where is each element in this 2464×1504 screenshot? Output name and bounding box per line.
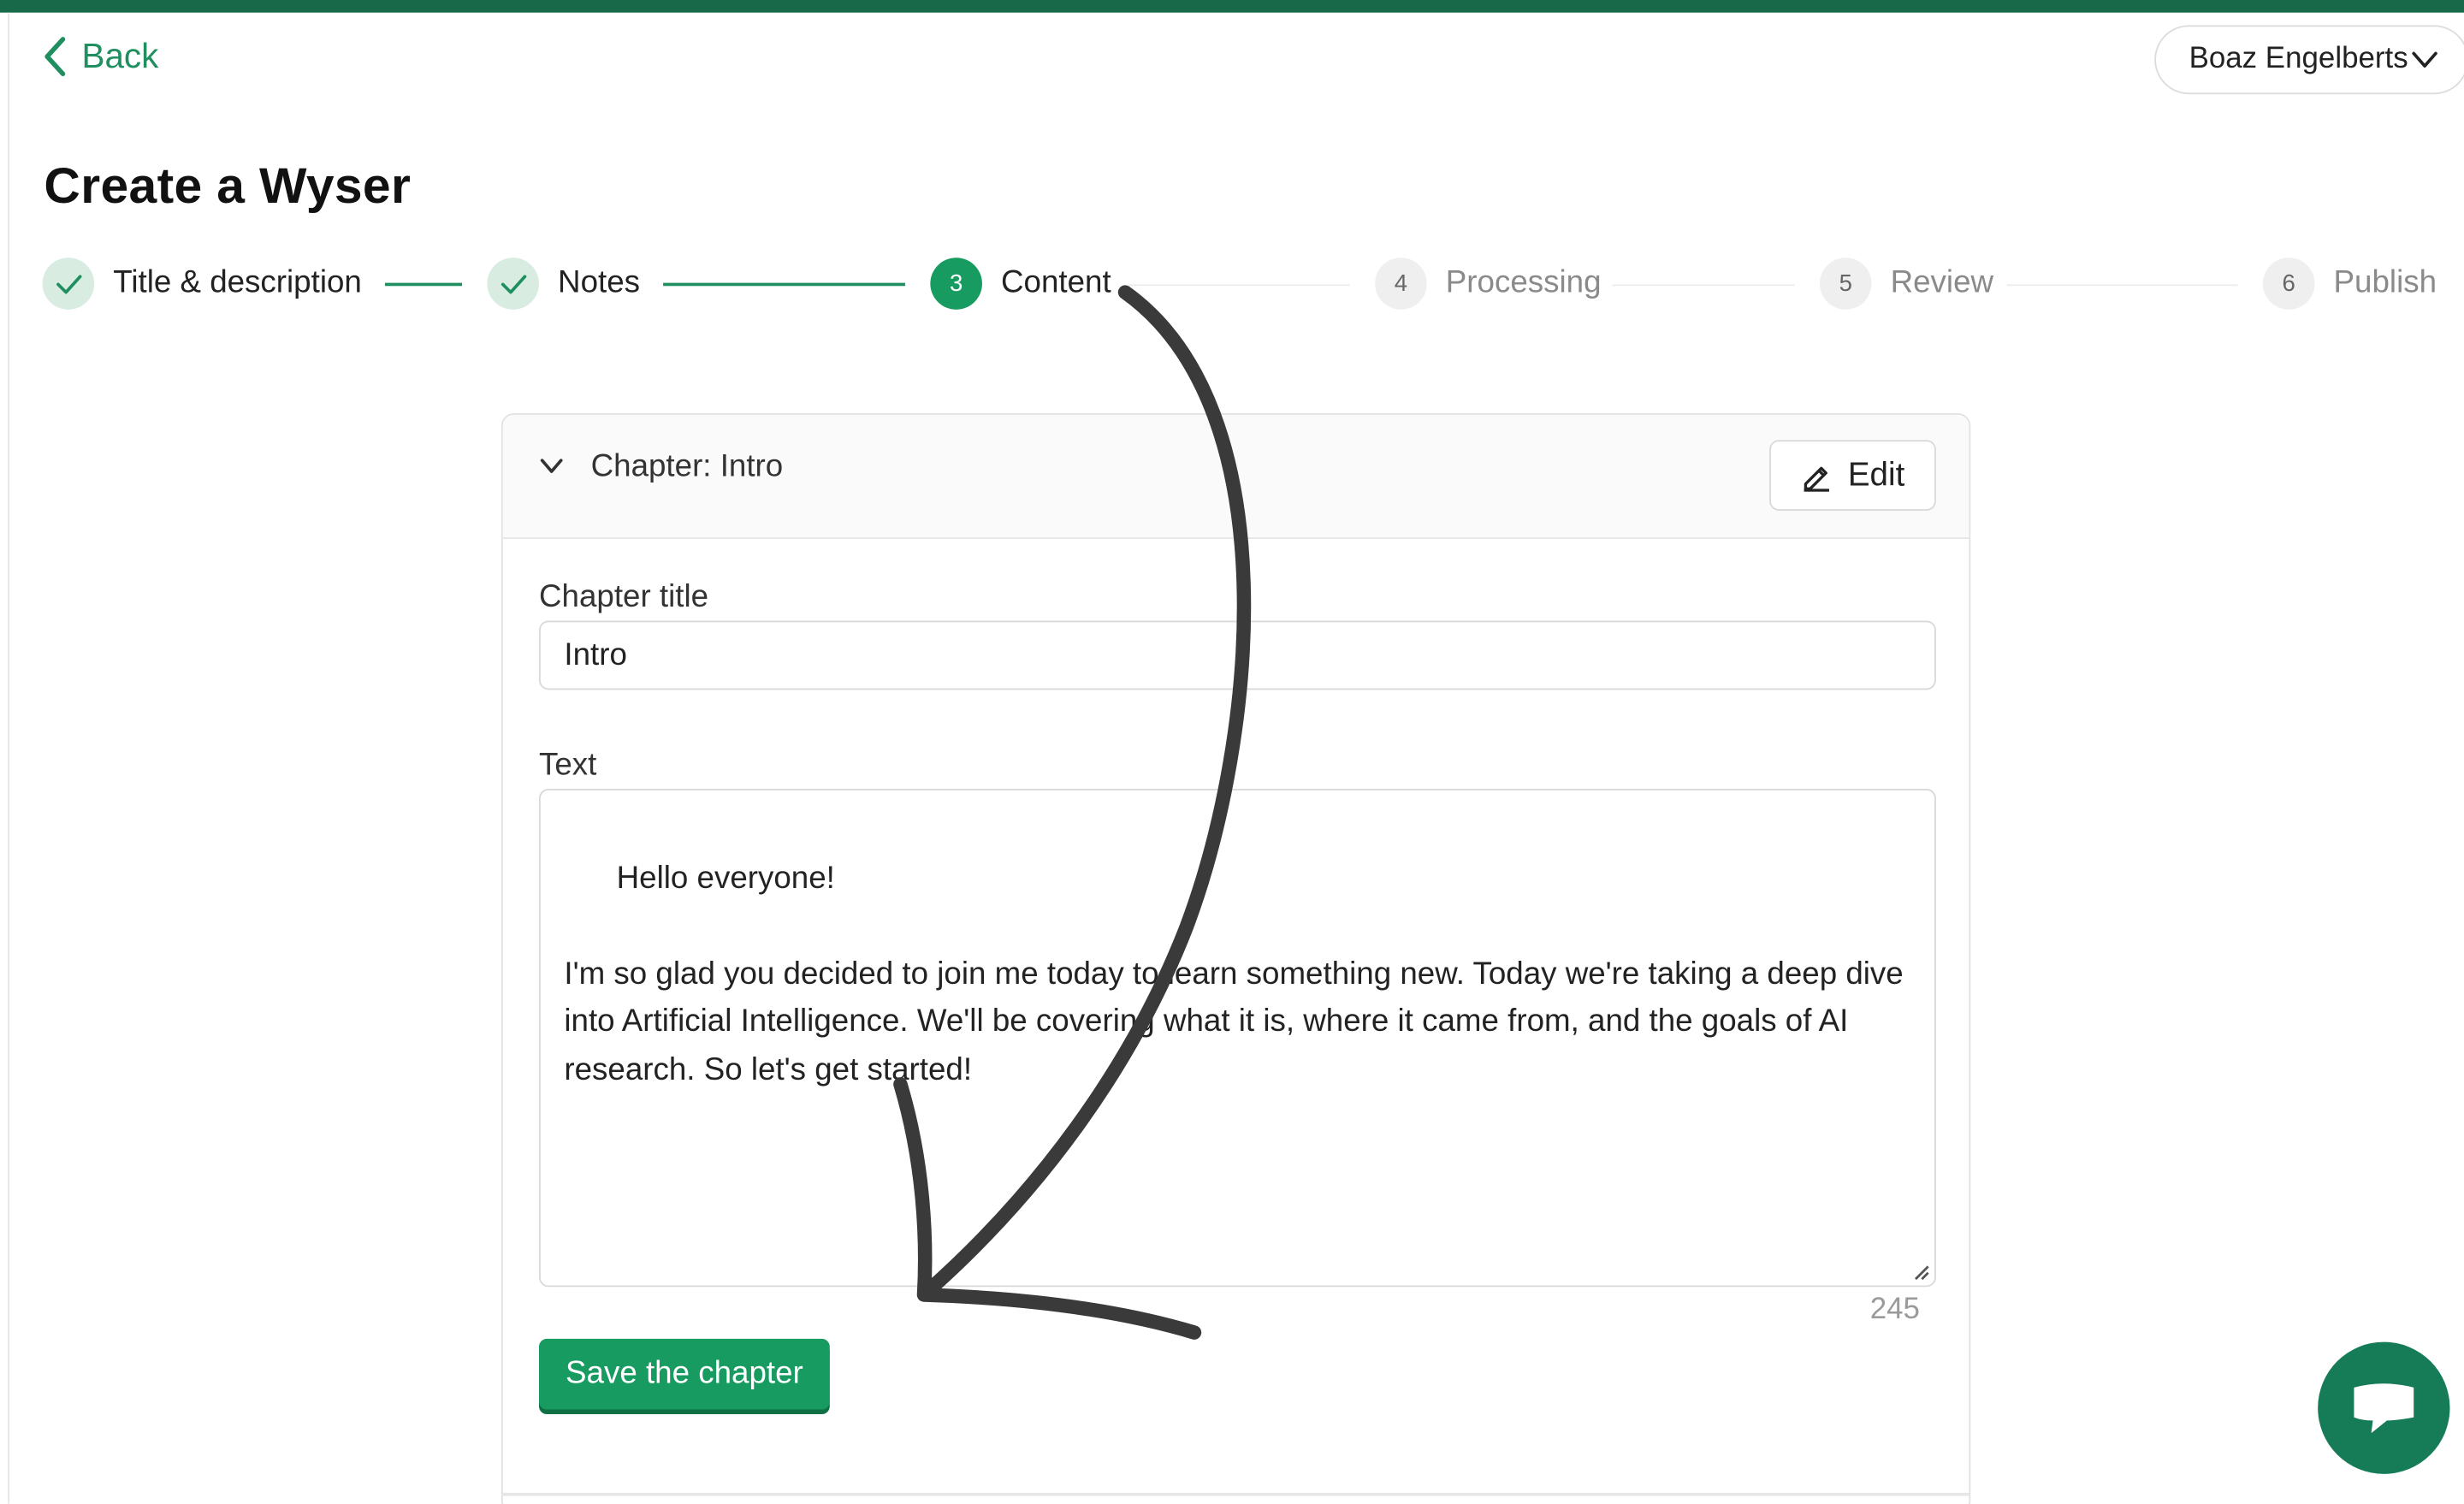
character-counter: 245 xyxy=(1869,1293,1920,1327)
step-connector xyxy=(663,282,905,287)
chapter-header-label: Chapter: Intro xyxy=(590,449,784,484)
chevron-down-icon xyxy=(2413,51,2438,68)
chapter-text-area[interactable]: Hello everyone! I'm so glad you decided … xyxy=(539,789,1936,1288)
step-number-circle: 4 xyxy=(1375,258,1427,310)
step-check-circle xyxy=(487,258,540,310)
step-review[interactable]: 5 Review xyxy=(1819,258,1994,310)
step-connector xyxy=(1128,284,1350,287)
left-divider xyxy=(8,12,10,1504)
back-link[interactable]: Back xyxy=(41,34,159,78)
step-content[interactable]: 3 Content xyxy=(930,258,1111,310)
step-publish[interactable]: 6 Publish xyxy=(2262,258,2437,310)
back-label: Back xyxy=(81,36,159,76)
step-title-description[interactable]: Title & description xyxy=(42,258,362,310)
edit-button[interactable]: Edit xyxy=(1769,440,1936,511)
chat-bubble-icon xyxy=(2354,1383,2414,1434)
step-processing[interactable]: 4 Processing xyxy=(1375,258,1602,310)
chevron-left-icon xyxy=(44,37,66,77)
user-menu[interactable]: Boaz Engelberts xyxy=(2154,25,2464,95)
step-label: Title & description xyxy=(113,265,362,300)
chapter-card-header[interactable]: Chapter: Intro Edit xyxy=(502,414,1969,540)
chevron-down-icon[interactable] xyxy=(537,454,566,477)
chapter-card: Chapter: Intro Edit Chapter title Intro … xyxy=(500,413,1971,1504)
top-accent-bar xyxy=(0,0,2464,13)
progress-stepper: Title & description Notes 3 Content 4 Pr… xyxy=(0,255,2464,317)
pencil-icon xyxy=(1804,465,1829,491)
chapter-title-input[interactable]: Intro xyxy=(539,620,1936,690)
chapter-title-label: Chapter title xyxy=(539,579,709,615)
step-notes[interactable]: Notes xyxy=(487,258,640,310)
edit-label: Edit xyxy=(1847,456,1905,493)
step-connector xyxy=(2006,284,2238,287)
user-name: Boaz Engelberts xyxy=(2189,42,2408,76)
step-label: Content xyxy=(1001,265,1111,300)
page-title: Create a Wyser xyxy=(44,157,412,214)
check-icon xyxy=(500,274,526,293)
resize-handle-icon[interactable] xyxy=(1910,1262,1929,1281)
step-connector xyxy=(1612,284,1795,287)
step-check-circle xyxy=(42,258,95,310)
step-number-circle: 3 xyxy=(930,258,982,310)
step-label: Publish xyxy=(2333,265,2437,300)
check-icon xyxy=(56,274,81,293)
chat-button[interactable] xyxy=(2318,1341,2450,1474)
step-number-circle: 5 xyxy=(1819,258,1872,310)
step-label: Processing xyxy=(1445,265,1602,300)
chapter-text-content: Hello everyone! I'm so glad you decided … xyxy=(564,860,1904,1087)
text-label: Text xyxy=(539,748,597,783)
step-number-circle: 6 xyxy=(2262,258,2315,310)
card-divider xyxy=(502,1492,1969,1495)
app-window: Back Boaz Engelberts Create a Wyser Titl… xyxy=(0,0,2464,1504)
step-label: Review xyxy=(1890,265,1994,300)
step-label: Notes xyxy=(558,265,641,300)
save-chapter-button[interactable]: Save the chapter xyxy=(539,1338,830,1410)
step-connector xyxy=(385,282,463,287)
